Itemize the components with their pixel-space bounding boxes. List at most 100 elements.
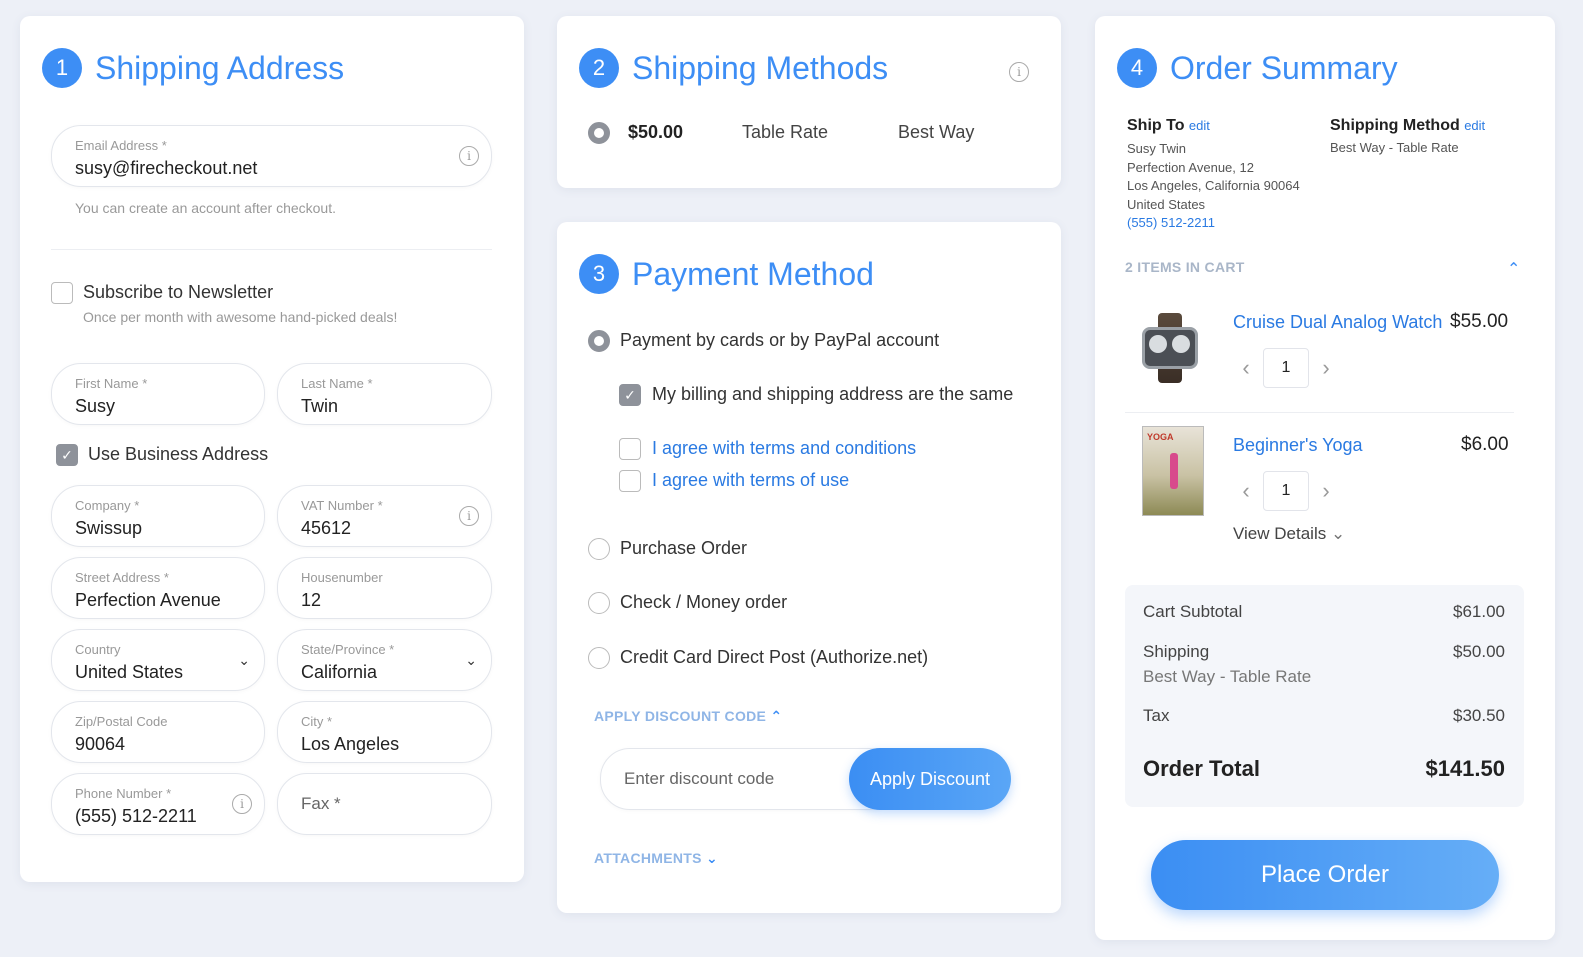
totals-box: Cart Subtotal $61.00 Shipping Best Way -…: [1125, 585, 1524, 807]
divider: [51, 249, 492, 250]
credit-card-radio[interactable]: [588, 647, 610, 669]
terms-link[interactable]: I agree with terms and conditions: [652, 438, 916, 459]
housenumber-label: Housenumber: [301, 570, 383, 585]
use-business-label: Use Business Address: [88, 444, 269, 464]
attachments-toggle[interactable]: Attachments ⌄: [594, 850, 718, 867]
terms-of-use-link[interactable]: I agree with terms of use: [652, 470, 849, 491]
rate-price: $50.00: [628, 122, 684, 142]
product-price: $6.00: [1461, 434, 1509, 455]
items-in-cart-toggle[interactable]: 2 Items in Cart: [1125, 259, 1245, 275]
discount-toggle[interactable]: Apply Discount Code ⌃: [594, 708, 782, 725]
ship-to-address: Susy Twin Perfection Avenue, 12 Los Ange…: [1127, 140, 1300, 233]
terms-of-use-checkbox[interactable]: [619, 470, 641, 492]
step-number: 3: [579, 254, 619, 294]
zip-field[interactable]: Zip/Postal Code 90064: [51, 701, 265, 763]
chevron-down-icon: ⌄: [465, 652, 477, 668]
chevron-left-icon[interactable]: ‹: [1235, 355, 1257, 381]
same-address-label: My billing and shipping address are the …: [652, 384, 1014, 404]
state-select[interactable]: State/Province * California ⌄: [277, 629, 492, 691]
quantity-stepper[interactable]: ‹ 1 ›: [1235, 348, 1337, 388]
place-order-button[interactable]: Place Order: [1151, 840, 1499, 910]
vat-label: VAT Number *: [301, 498, 383, 513]
view-details-label: View Details: [1233, 524, 1327, 543]
company-value: Swissup: [75, 518, 143, 538]
section-title: Shipping Address: [95, 49, 345, 86]
ship-to-edit-link[interactable]: edit: [1189, 118, 1210, 133]
shipping-label: Shipping: [1143, 642, 1210, 661]
chevron-right-icon[interactable]: ›: [1315, 478, 1337, 504]
state-label: State/Province *: [301, 642, 395, 657]
shipping-rate-radio[interactable]: [588, 122, 610, 144]
company-label: Company *: [75, 498, 140, 513]
phone-field[interactable]: Phone Number * (555) 512-2211 i: [51, 773, 265, 835]
first-name-field[interactable]: First Name * Susy: [51, 363, 265, 425]
info-icon[interactable]: i: [1009, 62, 1029, 82]
city-value: Los Angeles: [301, 734, 400, 754]
street-label: Street Address *: [75, 570, 169, 585]
info-icon[interactable]: i: [232, 794, 252, 814]
purchase-order-label: Purchase Order: [620, 538, 748, 558]
city-field[interactable]: City * Los Angeles: [277, 701, 492, 763]
section-title: Order Summary: [1170, 49, 1398, 86]
vat-field[interactable]: VAT Number * 45612 i: [277, 485, 492, 547]
email-field[interactable]: Email Address * susy@firecheckout.net i: [51, 125, 492, 187]
rate-name: Table Rate: [742, 122, 829, 142]
section-title: Payment Method: [632, 255, 874, 292]
credit-card-label: Credit Card Direct Post (Authorize.net): [620, 647, 929, 667]
zip-value: 90064: [75, 734, 126, 754]
chevron-left-icon[interactable]: ‹: [1235, 478, 1257, 504]
shipping-method-edit-link[interactable]: edit: [1464, 118, 1485, 133]
zip-label: Zip/Postal Code: [75, 714, 168, 729]
fax-field[interactable]: Fax *: [277, 773, 492, 835]
watch-product-image: [1140, 313, 1206, 383]
item-divider: [1125, 412, 1514, 413]
ship-to-heading: Ship To edit: [1127, 117, 1210, 135]
check-money-label: Check / Money order: [620, 592, 788, 612]
payment-cards-label: Payment by cards or by PayPal account: [620, 330, 940, 350]
payment-cards-radio[interactable]: [588, 330, 610, 352]
last-name-label: Last Name *: [301, 376, 373, 391]
ship-to-phone-link[interactable]: (555) 512-2211: [1127, 214, 1300, 233]
housenumber-field[interactable]: Housenumber 12: [277, 557, 492, 619]
terms-checkbox[interactable]: [619, 438, 641, 460]
address-line: Susy Twin: [1127, 141, 1187, 156]
email-note: You can create an account after checkout…: [75, 200, 336, 216]
chevron-up-icon[interactable]: ⌃: [1507, 259, 1520, 279]
product-price: $55.00: [1450, 311, 1509, 332]
view-details-toggle[interactable]: View Details ⌄: [1233, 524, 1345, 544]
quantity-input[interactable]: 1: [1263, 348, 1309, 388]
tax-value: $30.50: [1453, 706, 1505, 725]
rate-carrier: Best Way: [898, 122, 975, 142]
use-business-checkbox[interactable]: ✓: [56, 444, 78, 466]
step-number: 2: [579, 48, 619, 88]
quantity-stepper[interactable]: ‹ 1 ›: [1235, 471, 1337, 511]
product-name-link[interactable]: Cruise Dual Analog Watch: [1233, 312, 1442, 333]
quantity-input[interactable]: 1: [1263, 471, 1309, 511]
purchase-order-radio[interactable]: [588, 538, 610, 560]
phone-label: Phone Number *: [75, 786, 172, 801]
subtotal-label: Cart Subtotal: [1143, 602, 1243, 621]
phone-value: (555) 512-2211: [75, 806, 197, 826]
shipping-methods-card: 2 Shipping Methods i $50.00 Table Rate B…: [557, 16, 1061, 188]
country-select[interactable]: Country United States ⌄: [51, 629, 265, 691]
address-line: Perfection Avenue, 12: [1127, 159, 1254, 175]
ship-to-label: Ship To: [1127, 117, 1185, 134]
chevron-down-icon: ⌄: [238, 652, 250, 668]
city-label: City *: [301, 714, 333, 729]
street-field[interactable]: Street Address * Perfection Avenue: [51, 557, 265, 619]
shipping-value: $50.00: [1453, 642, 1505, 661]
check-money-radio[interactable]: [588, 592, 610, 614]
product-name-link[interactable]: Beginner's Yoga: [1233, 435, 1363, 456]
attachments-label: Attachments: [594, 850, 702, 866]
chevron-right-icon[interactable]: ›: [1315, 355, 1337, 381]
apply-discount-button[interactable]: Apply Discount: [849, 748, 1011, 810]
info-icon[interactable]: i: [459, 506, 479, 526]
same-address-checkbox[interactable]: ✓: [619, 384, 641, 406]
company-field[interactable]: Company * Swissup: [51, 485, 265, 547]
shipping-method-value: Best Way - Table Rate: [1330, 140, 1459, 155]
newsletter-checkbox[interactable]: [51, 282, 73, 304]
step-number: 4: [1117, 48, 1157, 88]
last-name-field[interactable]: Last Name * Twin: [277, 363, 492, 425]
shipping-address-header: 1 Shipping Address: [42, 48, 344, 88]
info-icon[interactable]: i: [459, 146, 479, 166]
